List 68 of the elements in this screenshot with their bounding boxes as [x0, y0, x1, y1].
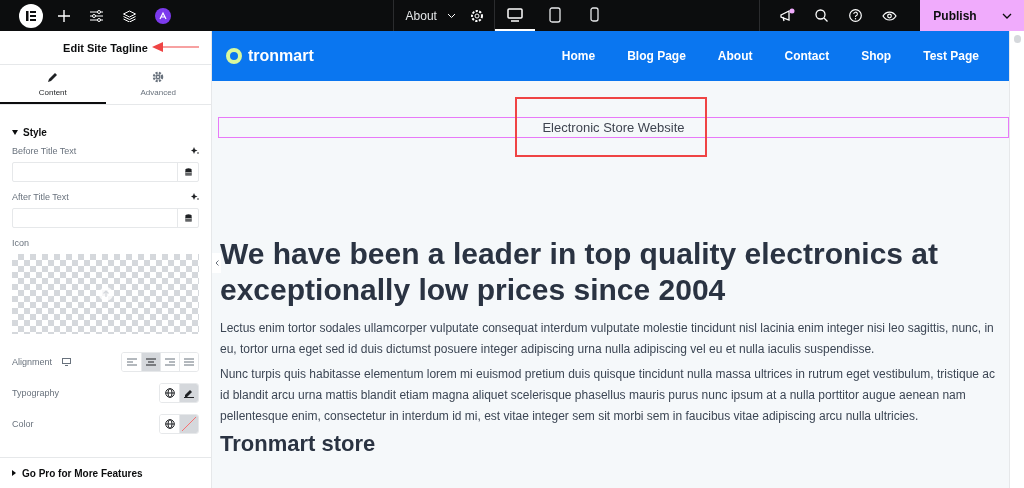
- page-menu[interactable]: About: [405, 0, 456, 31]
- gear-icon: [152, 70, 165, 83]
- site-logo[interactable]: tronmart: [248, 47, 314, 65]
- eye-icon: [881, 10, 897, 21]
- text-field[interactable]: [12, 162, 199, 182]
- tablet-icon: [548, 6, 561, 23]
- pencil-icon: [184, 388, 194, 398]
- tagline-widget[interactable]: Electronic Store Website: [218, 117, 1009, 138]
- field-label: Alignment: [12, 357, 53, 367]
- search-icon: [814, 9, 828, 22]
- align-left-icon: [126, 357, 137, 367]
- field-label: After Title Text: [12, 192, 69, 202]
- align-button[interactable]: [141, 353, 160, 371]
- color-picker-button[interactable]: [179, 415, 198, 433]
- align-center-icon: [146, 357, 156, 367]
- upload-icon: [98, 287, 113, 301]
- expand-icon: [12, 470, 16, 476]
- field-label: Color: [12, 419, 34, 429]
- panel-title: Edit Site Tagline: [63, 41, 148, 54]
- body-paragraph: Nunc turpis quis habitasse elementum lorem mi euismod pretium duis quisque tincidunt nulla massa ultrices in rutrum eget vestibulum, tristique ac id blandit arcu urna mattis blandit etiam magna aliquet scelerisque phasellus mauris purus nunc ipsum at a nulla porttitor augue aenean nam pellentesque enim, consectetur in interdum id mi, est vitae integer sem sit morbi sem in faucibus vitae adipiscing arcu nulla ultricies.: [220, 366, 997, 425]
- scrollbar[interactable]: [1009, 31, 1024, 488]
- chevron-left-icon: [214, 260, 219, 266]
- megaphone-icon: [779, 8, 795, 23]
- globe-icon: [164, 419, 175, 429]
- plus-icon: [57, 9, 70, 22]
- nav-link[interactable]: About: [701, 49, 769, 63]
- collapse-panel-button[interactable]: [212, 253, 221, 273]
- nav-link[interactable]: Test Page: [907, 49, 995, 63]
- caret-icon: [446, 12, 456, 19]
- nav-link[interactable]: Blog Page: [611, 49, 702, 63]
- page-heading: We have been a leader in top quality electronics at exceptionally low prices since 2004: [220, 236, 939, 308]
- nav-link[interactable]: Contact: [768, 49, 846, 63]
- collapse-icon: [12, 130, 18, 135]
- dynamic-tags-icon: [184, 213, 192, 223]
- no-color-icon: [182, 417, 196, 431]
- globe-icon: [164, 388, 175, 398]
- panel-tab[interactable]: Content: [0, 65, 106, 104]
- text-field[interactable]: [12, 208, 199, 228]
- body-paragraph: Lectus enim tortor sodales ullamcorper vulputate consequat interdum vulputate molestie tincidunt nisl lacinia enim integer nisi leo sagittis, nunc, in eu, tortor urna eget sed id duis dictumst posuere integer adipiscing urna nulla adipiscing vel eu et nulla iaculis suspendisse.: [220, 320, 995, 358]
- caret-icon: [1002, 12, 1012, 19]
- annotation-arrow: [152, 41, 200, 53]
- section-title[interactable]: Style: [23, 127, 47, 138]
- site-tagline: Electronic Store Website: [542, 120, 685, 135]
- app-icon: [154, 7, 171, 24]
- settings-icon: [469, 8, 484, 23]
- edit-button[interactable]: [179, 384, 198, 402]
- ai-sparkle-icon: [191, 193, 199, 201]
- desktop-icon: [62, 358, 72, 366]
- pencil-icon: [46, 70, 59, 83]
- field-label: Typography: [12, 388, 60, 398]
- sliders-icon: [90, 9, 103, 22]
- section-heading: Tronmart store: [220, 431, 377, 457]
- layers-icon: [123, 9, 136, 22]
- phone-icon: [590, 7, 600, 22]
- dynamic-tags-icon: [184, 167, 192, 177]
- align-justify-icon: [184, 357, 194, 367]
- field-label: Icon: [12, 238, 29, 248]
- section-title[interactable]: Go Pro for More Features: [22, 467, 143, 479]
- nav-link[interactable]: Home: [545, 49, 612, 63]
- nav-link[interactable]: Shop: [845, 49, 908, 63]
- field-label: Before Title Text: [12, 146, 77, 156]
- logo-mark-icon: [226, 48, 242, 64]
- monitor-icon: [506, 7, 523, 22]
- align-right-icon: [165, 357, 175, 367]
- ai-sparkle-icon: [191, 147, 199, 155]
- help-icon: [848, 9, 862, 22]
- logo-icon: [18, 3, 43, 28]
- panel-tab[interactable]: Advanced: [105, 65, 211, 104]
